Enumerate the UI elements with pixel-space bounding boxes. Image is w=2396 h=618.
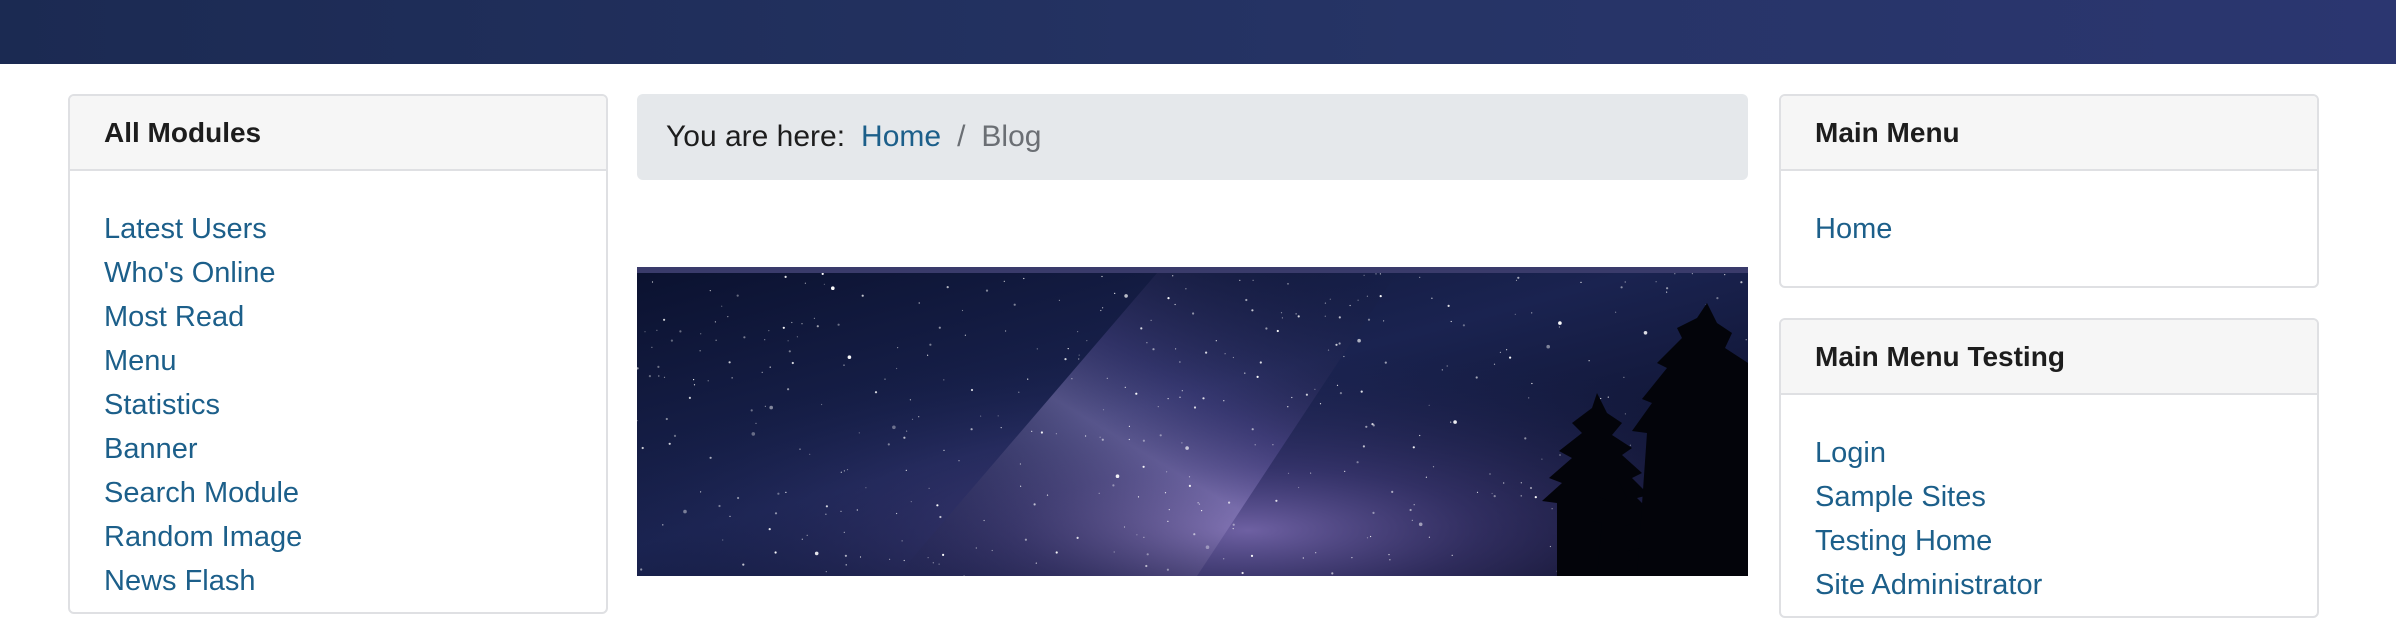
list-item: Home bbox=[1815, 207, 2283, 251]
all-modules-title: All Modules bbox=[70, 96, 606, 171]
module-link-banner[interactable]: Banner bbox=[104, 433, 198, 465]
main-menu-testing-list: Login Sample Sites Testing Home Site Adm… bbox=[1815, 431, 2283, 607]
breadcrumb-home-link[interactable]: Home bbox=[861, 120, 941, 154]
main-menu-link-home[interactable]: Home bbox=[1815, 213, 1892, 245]
main-menu-title: Main Menu bbox=[1781, 96, 2317, 171]
list-item: Latest Users bbox=[104, 207, 572, 251]
breadcrumb-prefix: You are here: bbox=[666, 120, 846, 153]
list-item: Most Read bbox=[104, 295, 572, 339]
module-link-latest-users[interactable]: Latest Users bbox=[104, 213, 267, 245]
list-item: Who's Online bbox=[104, 251, 572, 295]
list-item: Login bbox=[1815, 431, 2283, 475]
module-link-random-image[interactable]: Random Image bbox=[104, 521, 302, 553]
all-modules-body: Latest Users Who's Online Most Read Menu… bbox=[70, 171, 606, 603]
testing-link-testing-home[interactable]: Testing Home bbox=[1815, 525, 1992, 557]
main-menu-testing-body: Login Sample Sites Testing Home Site Adm… bbox=[1781, 395, 2317, 607]
list-item: Testing Home bbox=[1815, 519, 2283, 563]
main-menu-body: Home bbox=[1781, 171, 2317, 251]
list-item: News Flash bbox=[104, 559, 572, 603]
list-item: Site Administrator bbox=[1815, 563, 2283, 607]
module-link-most-read[interactable]: Most Read bbox=[104, 301, 244, 333]
main-menu-testing-card: Main Menu Testing Login Sample Sites Tes… bbox=[1779, 318, 2319, 618]
main-menu-list: Home bbox=[1815, 207, 2283, 251]
night-sky-image bbox=[637, 273, 1748, 576]
list-item: Banner bbox=[104, 427, 572, 471]
list-item: Statistics bbox=[104, 383, 572, 427]
module-link-news-flash[interactable]: News Flash bbox=[104, 565, 256, 597]
all-modules-list: Latest Users Who's Online Most Read Menu… bbox=[104, 207, 572, 603]
module-link-whos-online[interactable]: Who's Online bbox=[104, 257, 276, 289]
list-item: Search Module bbox=[104, 471, 572, 515]
breadcrumb-separator: / bbox=[957, 120, 966, 153]
list-item: Random Image bbox=[104, 515, 572, 559]
module-link-statistics[interactable]: Statistics bbox=[104, 389, 220, 421]
testing-link-login[interactable]: Login bbox=[1815, 437, 1886, 469]
site-header-bar bbox=[0, 0, 2396, 64]
main-menu-card: Main Menu Home bbox=[1779, 94, 2319, 288]
breadcrumb: You are here: Home / Blog bbox=[637, 94, 1748, 180]
list-item: Menu bbox=[104, 339, 572, 383]
main-menu-testing-title: Main Menu Testing bbox=[1781, 320, 2317, 395]
breadcrumb-current: Blog bbox=[981, 120, 1042, 153]
all-modules-card: All Modules Latest Users Who's Online Mo… bbox=[68, 94, 608, 614]
module-link-search-module[interactable]: Search Module bbox=[104, 477, 299, 509]
testing-link-sample-sites[interactable]: Sample Sites bbox=[1815, 481, 1986, 513]
module-link-menu[interactable]: Menu bbox=[104, 345, 177, 377]
blog-hero-image bbox=[637, 267, 1748, 576]
testing-link-site-administrator[interactable]: Site Administrator bbox=[1815, 569, 2042, 601]
list-item: Sample Sites bbox=[1815, 475, 2283, 519]
